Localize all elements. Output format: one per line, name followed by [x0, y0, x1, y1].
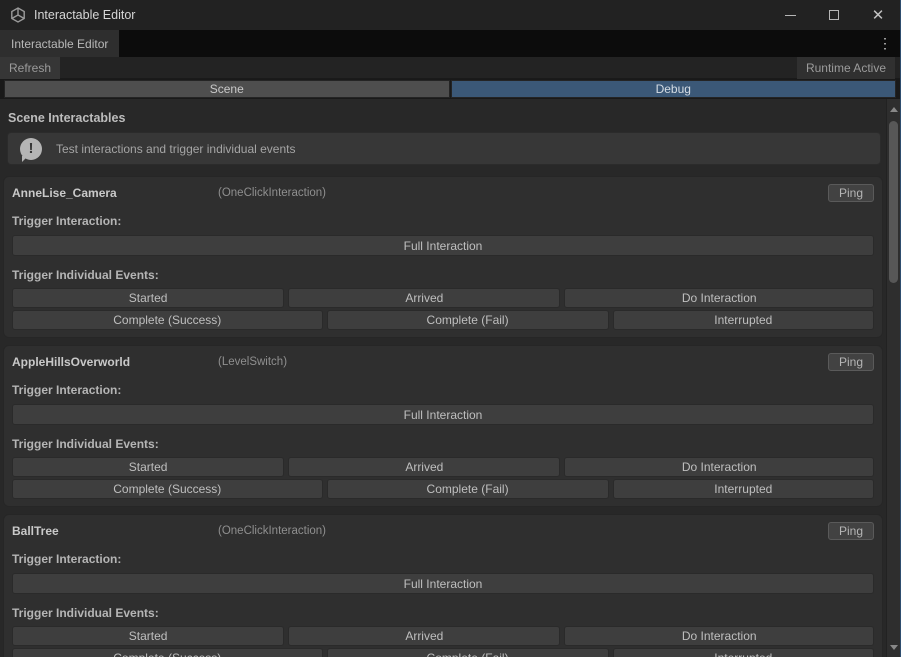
scene-interactables-panel: Scene Interactables ! Test interactions … — [0, 99, 886, 657]
scroll-up-icon — [890, 107, 898, 112]
event-button-row: Complete (Success) Complete (Fail) Inter… — [12, 648, 874, 657]
complete-fail-button[interactable]: Complete (Fail) — [327, 648, 609, 657]
interactable-section-annelise-camera: AnneLise_Camera (OneClickInteraction) Pi… — [3, 176, 883, 338]
runtime-active-label: Runtime Active — [806, 61, 886, 75]
toolbar: Refresh Runtime Active — [0, 57, 900, 79]
complete-fail-button[interactable]: Complete (Fail) — [327, 479, 609, 499]
scroll-down-arrow[interactable] — [887, 639, 901, 655]
debug-tab-label: Debug — [656, 82, 691, 96]
section-header-row: BallTree (OneClickInteraction) Ping — [12, 522, 874, 540]
section-header-row: AppleHillsOverworld (LevelSwitch) Ping — [12, 353, 874, 371]
interrupted-button[interactable]: Interrupted — [613, 310, 874, 330]
trigger-individual-events-label: Trigger Individual Events: — [12, 268, 874, 282]
ping-button[interactable]: Ping — [828, 353, 874, 371]
help-text: Test interactions and trigger individual… — [56, 142, 295, 156]
minimize-icon — [785, 15, 796, 16]
window-controls: ✕ — [768, 0, 900, 30]
trigger-interaction-label: Trigger Interaction: — [12, 552, 874, 566]
minimize-button[interactable] — [768, 0, 812, 30]
trigger-interaction-label: Trigger Interaction: — [12, 214, 874, 228]
event-button-row: Complete (Success) Complete (Fail) Inter… — [12, 479, 874, 499]
interactable-name: BallTree — [12, 524, 218, 538]
event-button-row: Started Arrived Do Interaction — [12, 288, 874, 308]
arrived-button[interactable]: Arrived — [288, 457, 560, 477]
window-title: Interactable Editor — [34, 8, 135, 22]
scroll-up-arrow[interactable] — [887, 101, 901, 117]
tab-interactable-editor[interactable]: Interactable Editor — [0, 30, 119, 57]
close-button[interactable]: ✕ — [856, 0, 900, 30]
scrollbar-thumb[interactable] — [889, 121, 898, 283]
interactable-type: (OneClickInteraction) — [218, 187, 828, 199]
debug-tab-button[interactable]: Debug — [451, 80, 897, 98]
event-button-row: Started Arrived Do Interaction — [12, 457, 874, 477]
event-button-row: Started Arrived Do Interaction — [12, 626, 874, 646]
tab-label: Interactable Editor — [11, 37, 108, 51]
interrupted-button[interactable]: Interrupted — [613, 648, 874, 657]
full-interaction-button[interactable]: Full Interaction — [12, 573, 874, 594]
scene-tab-button[interactable]: Scene — [4, 80, 450, 98]
event-button-row: Complete (Success) Complete (Fail) Inter… — [12, 310, 874, 330]
complete-fail-button[interactable]: Complete (Fail) — [327, 310, 609, 330]
arrived-button[interactable]: Arrived — [288, 288, 560, 308]
kebab-menu-icon[interactable]: ⋮ — [876, 30, 894, 57]
arrived-button[interactable]: Arrived — [288, 626, 560, 646]
interactable-editor-window: { "window": { "title": "Interactable Edi… — [0, 0, 901, 657]
maximize-button[interactable] — [812, 0, 856, 30]
interactable-section-applehills-overworld: AppleHillsOverworld (LevelSwitch) Ping T… — [3, 345, 883, 507]
complete-success-button[interactable]: Complete (Success) — [12, 479, 323, 499]
do-interaction-button[interactable]: Do Interaction — [564, 626, 874, 646]
refresh-button[interactable]: Refresh — [0, 57, 60, 79]
started-button[interactable]: Started — [12, 626, 284, 646]
interactable-section-balltree: BallTree (OneClickInteraction) Ping Trig… — [3, 514, 883, 657]
vertical-scrollbar[interactable] — [886, 99, 900, 657]
ping-button[interactable]: Ping — [828, 522, 874, 540]
panel-title: Scene Interactables — [8, 111, 886, 125]
window-titlebar: Interactable Editor ✕ — [0, 0, 900, 30]
unity-cube-icon — [10, 7, 26, 23]
section-header-row: AnneLise_Camera (OneClickInteraction) Pi… — [12, 184, 874, 202]
interactable-type: (LevelSwitch) — [218, 356, 828, 368]
interactable-name: AnneLise_Camera — [12, 186, 218, 200]
ping-button[interactable]: Ping — [828, 184, 874, 202]
scene-tab-label: Scene — [210, 82, 244, 96]
interactable-type: (OneClickInteraction) — [218, 525, 828, 537]
tab-bar: Interactable Editor ⋮ — [0, 30, 900, 57]
full-interaction-button[interactable]: Full Interaction — [12, 235, 874, 256]
trigger-individual-events-label: Trigger Individual Events: — [12, 606, 874, 620]
runtime-active-toggle[interactable]: Runtime Active — [797, 57, 895, 79]
maximize-icon — [829, 10, 839, 20]
do-interaction-button[interactable]: Do Interaction — [564, 288, 874, 308]
trigger-individual-events-label: Trigger Individual Events: — [12, 437, 874, 451]
help-box: ! Test interactions and trigger individu… — [7, 132, 881, 165]
full-interaction-button[interactable]: Full Interaction — [12, 404, 874, 425]
info-icon: ! — [20, 138, 42, 160]
close-icon: ✕ — [872, 8, 885, 23]
started-button[interactable]: Started — [12, 288, 284, 308]
complete-success-button[interactable]: Complete (Success) — [12, 310, 323, 330]
complete-success-button[interactable]: Complete (Success) — [12, 648, 323, 657]
scroll-down-icon — [890, 645, 898, 650]
interrupted-button[interactable]: Interrupted — [613, 479, 874, 499]
do-interaction-button[interactable]: Do Interaction — [564, 457, 874, 477]
refresh-label: Refresh — [9, 61, 51, 75]
started-button[interactable]: Started — [12, 457, 284, 477]
interactable-name: AppleHillsOverworld — [12, 355, 218, 369]
view-toggle-group: Scene Debug — [0, 79, 900, 99]
trigger-interaction-label: Trigger Interaction: — [12, 383, 874, 397]
